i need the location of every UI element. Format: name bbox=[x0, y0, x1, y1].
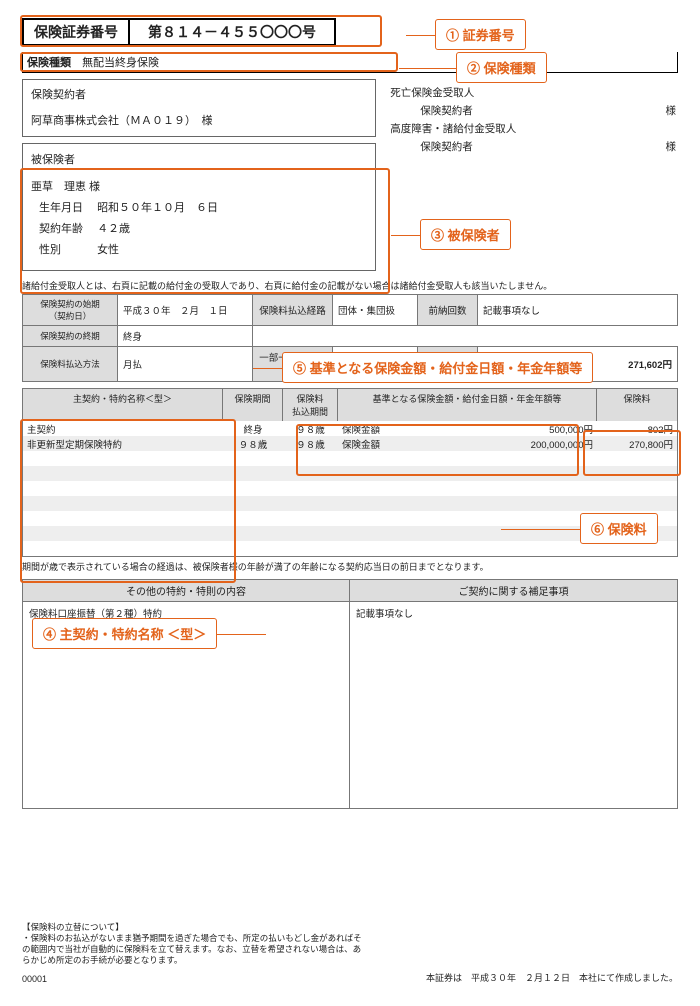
route-value: 団体・集団扱 bbox=[333, 295, 418, 326]
callout-1: ① 証券番号 bbox=[435, 19, 526, 50]
row-payperiod: ９８歳 bbox=[283, 436, 338, 452]
doc-number: 00001 bbox=[22, 974, 47, 984]
disab-benef-suffix: 様 bbox=[490, 139, 676, 157]
method-label: 保険料払込方法 bbox=[23, 347, 118, 382]
dh-payperiod: 保険料 払込期間 bbox=[283, 389, 338, 421]
policy-number-value: 第８１４－４５５〇〇〇号 bbox=[130, 20, 334, 44]
insurance-type-value: 無配当終身保険 bbox=[82, 57, 159, 69]
callout-5: ⑤ 基準となる保険金額・給付金日額・年金年額等 bbox=[282, 352, 593, 383]
sex-value: 女性 bbox=[97, 244, 119, 256]
table-row: 非更新型定期保険特約 ９８歳 ９８歳 保険金額 200,000,000円 270… bbox=[23, 436, 677, 452]
dob-label: 生年月日 bbox=[39, 202, 83, 214]
row-payperiod: ９８歳 bbox=[283, 421, 338, 437]
prepaid-value: 記載事項なし bbox=[478, 295, 678, 326]
callout-6: ⑥ 保険料 bbox=[580, 513, 658, 544]
death-benef-label: 死亡保険金受取人 bbox=[390, 85, 676, 103]
disclaimer: 【保険料の立替について】 ・保険料のお払込がないまま猶予期間を過ぎた場合でも、所… bbox=[22, 922, 362, 966]
row-basis-value: 200,000,000円 bbox=[398, 436, 597, 452]
age-label: 契約年齢 bbox=[39, 223, 83, 235]
contractor-title: 保険契約者 bbox=[31, 86, 367, 102]
death-benef-suffix: 様 bbox=[490, 103, 676, 121]
disab-benef-name: 保険契約者 bbox=[390, 139, 490, 157]
contractor-name: 阿草商事株式会社（ＭＡ０１９） 様 bbox=[31, 112, 367, 128]
dh-basis: 基準となる保険金額・給付金日額・年金年額等 bbox=[338, 389, 597, 421]
table-row: 主契約 終身 ９８歳 保険金額 500,000円 802円 bbox=[23, 421, 677, 437]
policy-number-row: 保険証券番号 第８１４－４５５〇〇〇号 bbox=[22, 18, 678, 46]
dh-premium: 保険料 bbox=[597, 389, 677, 421]
misc-left-title: その他の特約・特則の内容 bbox=[23, 580, 349, 602]
sex-label: 性別 bbox=[39, 244, 61, 256]
row-period: ９８歳 bbox=[223, 436, 283, 452]
insured-name: 亜草 理恵 様 bbox=[31, 177, 367, 198]
row-name: 非更新型定期保険特約 bbox=[23, 436, 223, 452]
callout-3: ③ 被保険者 bbox=[420, 219, 511, 250]
callout-2: ② 保険種類 bbox=[456, 52, 547, 83]
dh-period: 保険期間 bbox=[223, 389, 283, 421]
end-label: 保険契約の終期 bbox=[23, 326, 118, 347]
row-basis-value: 500,000円 bbox=[398, 421, 597, 437]
method-value: 月払 bbox=[118, 347, 253, 382]
beneficiary-note: 諸給付金受取人とは、右頁に記載の給付金の受取人であり、右頁に給付金の記載がない場… bbox=[22, 279, 678, 292]
disclaimer-title: 【保険料の立替について】 bbox=[22, 922, 362, 933]
row-period: 終身 bbox=[223, 421, 283, 437]
start-label: 保険契約の始期 （契約日） bbox=[23, 295, 118, 326]
issue-text: 本証券は 平成３０年 ２月１２日 本社にて作成しました。 bbox=[426, 971, 678, 984]
policy-number-label: 保険証券番号 bbox=[24, 20, 130, 44]
insurance-type-row: 保険種類 無配当終身保険 bbox=[22, 52, 678, 73]
contractor-box: 保険契約者 阿草商事株式会社（ＭＡ０１９） 様 bbox=[22, 79, 376, 137]
certificate-page: ① 証券番号 ② 保険種類 ③ 被保険者 ④ 主契約・特約名称 ＜型＞ ⑤ 基準… bbox=[0, 0, 700, 1006]
start-value: 平成３０年 ２月 １日 bbox=[118, 295, 253, 326]
misc-right-body: 記載事項なし bbox=[350, 602, 677, 624]
dob-value: 昭和５０年１０月 ６日 bbox=[97, 202, 218, 214]
row-basis-label: 保険金額 bbox=[338, 436, 398, 452]
row-name: 主契約 bbox=[23, 421, 223, 437]
row-basis-label: 保険金額 bbox=[338, 421, 398, 437]
disab-benef-label: 高度障害・諸給付金受取人 bbox=[390, 121, 676, 139]
dh-name: 主契約・特約名称＜型＞ bbox=[23, 389, 223, 421]
callout-4: ④ 主契約・特約名称 ＜型＞ bbox=[32, 618, 217, 649]
row-premium: 802円 bbox=[597, 421, 677, 437]
insured-title: 被保険者 bbox=[31, 150, 367, 171]
period-note: 期間が歳で表示されている場合の経過は、被保険者様の年齢が満了の年齢になる契約応当… bbox=[22, 560, 678, 573]
prepaid-label: 前納回数 bbox=[418, 295, 478, 326]
route-label: 保険料払込経路 bbox=[253, 295, 333, 326]
misc-section: その他の特約・特則の内容 保険料口座振替（第２種）特約 ご契約に関する補足事項 … bbox=[22, 579, 678, 809]
age-value: ４２歳 bbox=[97, 223, 130, 235]
insured-box: 被保険者 亜草 理恵 様 生年月日 昭和５０年１０月 ６日 契約年齢 ４２歳 性… bbox=[22, 143, 376, 271]
end-value: 終身 bbox=[118, 326, 253, 347]
row-premium: 270,800円 bbox=[597, 436, 677, 452]
insurance-type-label: 保険種類 bbox=[27, 57, 71, 69]
death-benef-name: 保険契約者 bbox=[390, 103, 490, 121]
misc-right-title: ご契約に関する補足事項 bbox=[350, 580, 677, 602]
disclaimer-body: ・保険料のお払込がないまま猶予期間を過ぎた場合でも、所定の払いもどし金があればそ… bbox=[22, 933, 362, 966]
